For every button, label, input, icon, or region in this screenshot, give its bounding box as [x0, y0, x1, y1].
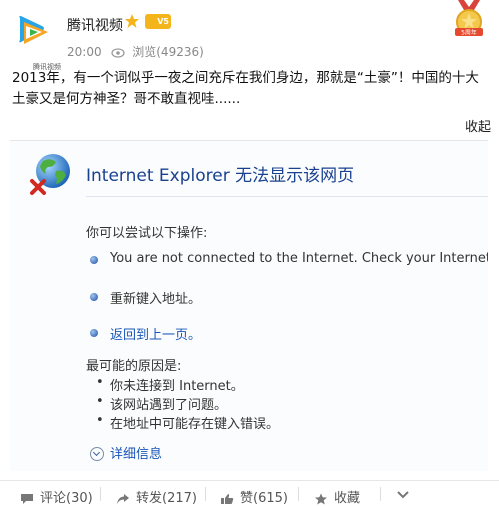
network-error-globe-icon	[30, 154, 70, 195]
post-header: 腾讯视频 腾讯视频 V5 20:00 浏览(49236) 5周年	[0, 0, 499, 71]
like-label: 赞(615)	[240, 491, 288, 506]
author-name[interactable]: 腾讯视频	[67, 15, 123, 35]
ie-error-title: Internet Explorer 无法显示该网页	[86, 166, 355, 186]
cause-item: 在地址中可能存在键入错误。	[96, 413, 279, 432]
favorite-button[interactable]: 收藏	[314, 487, 360, 506]
bullet-icon	[90, 329, 98, 337]
eye-icon	[111, 47, 126, 58]
more-info-label: 详细信息	[110, 447, 163, 462]
comment-button[interactable]: 评论(30)	[20, 487, 93, 506]
more-info-toggle[interactable]: 详细信息	[90, 443, 162, 462]
chevron-down-icon	[90, 446, 104, 461]
anniversary-medal: 5周年	[452, 0, 486, 38]
go-back-link[interactable]: 返回到上一页。	[110, 324, 201, 343]
comment-icon	[21, 493, 33, 504]
tencent-video-logo-avatar[interactable]: 腾讯视频	[12, 12, 61, 71]
more-options-button[interactable]	[396, 487, 416, 502]
vip-level-badge: V5	[145, 14, 171, 29]
medal-icon: 5周年	[455, 0, 483, 37]
ie-error-screenshot[interactable]: Internet Explorer 无法显示该网页 你可以尝试以下操作: You…	[10, 140, 488, 471]
chevron-down-icon	[397, 490, 409, 498]
post-action-bar: 评论(30) 转发(217) 赞(615) 收藏	[0, 480, 499, 506]
tencent-video-logo-icon	[19, 16, 48, 44]
bullet-icon	[90, 256, 98, 264]
option-check-connection: You are not connected to the Internet. C…	[110, 251, 488, 266]
divider	[100, 487, 101, 501]
divider	[298, 487, 299, 501]
favorite-label: 收藏	[334, 491, 361, 506]
post-body: 2013年，有一个词似乎一夜之间充斥在我们身边，那就是“土豪”！中国的十大土豪又…	[12, 70, 479, 107]
like-button[interactable]: 赞(615)	[220, 487, 288, 506]
cause-item: 该网站遇到了问题。	[96, 394, 227, 413]
causes-heading: 最可能的原因是:	[86, 359, 182, 374]
thumbs-up-icon	[221, 493, 234, 504]
view-count: 浏览(49236)	[132, 45, 204, 59]
bullet-icon	[90, 293, 98, 301]
medal-label: 5周年	[461, 29, 477, 37]
option-retype-address: 重新键入地址。	[110, 292, 202, 307]
share-icon	[117, 493, 129, 504]
cause-item: 你未连接到 Internet。	[96, 375, 244, 394]
divider	[380, 487, 381, 501]
vip-level-label: V5	[157, 17, 169, 26]
share-button[interactable]: 转发(217)	[116, 487, 197, 506]
star-icon	[315, 493, 327, 504]
comment-label: 评论(30)	[40, 491, 93, 506]
post-meta: 20:00 浏览(49236)	[67, 43, 204, 60]
star-icon	[125, 14, 139, 28]
share-label: 转发(217)	[136, 491, 197, 506]
try-heading: 你可以尝试以下操作:	[86, 226, 208, 241]
divider	[205, 487, 206, 501]
post-time: 20:00	[67, 45, 102, 59]
divider	[86, 196, 488, 197]
collapse-link[interactable]: 收起	[465, 116, 491, 135]
